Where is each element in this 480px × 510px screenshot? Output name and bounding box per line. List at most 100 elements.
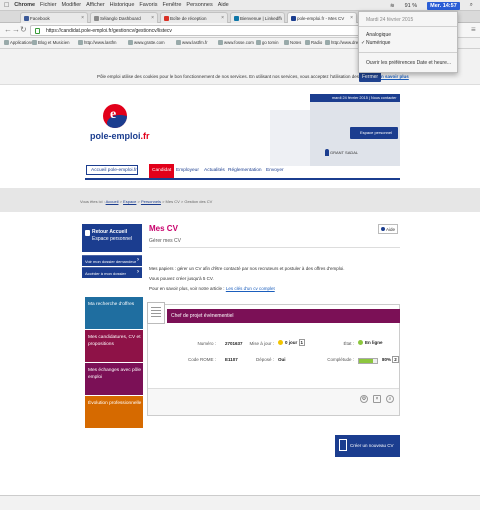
tab-linkedin[interactable]: Bienvenue | LinkedIn × [230, 12, 285, 23]
bookmark-item[interactable]: go tomin [256, 40, 278, 45]
delete-icon[interactable]: × [373, 395, 381, 403]
reload-icon[interactable]: ↻ [20, 26, 27, 34]
status-dot [278, 340, 283, 346]
cv-maj-label: Mise à jour : [249, 341, 274, 346]
folder-icon [32, 40, 37, 45]
cv-visible-label: Déposé : [255, 357, 274, 362]
close-icon[interactable]: × [151, 15, 154, 21]
apps-icon [4, 40, 9, 45]
menu-fichier[interactable]: Fichier [40, 2, 57, 8]
gmail-icon [164, 16, 169, 21]
option-analog[interactable]: Analogique [366, 32, 391, 38]
article-link[interactable]: Les clés d'un cv complet [226, 286, 275, 291]
clock-dropdown: Mardi 24 février 2015 Analogique ✓ Numér… [358, 11, 458, 73]
page-icon [256, 40, 261, 45]
menubar-clock[interactable]: Mer. 14:57 [427, 1, 460, 10]
tab-gmail[interactable]: Boîte de réception × [160, 12, 228, 23]
nav-candidat[interactable]: Candidat [149, 164, 175, 179]
cv-complet-label: Complétude : [327, 357, 354, 362]
sidebar-home[interactable]: Retour Accueil Espace personnel [82, 224, 142, 252]
spotlight-icon[interactable]: ⌕ [470, 2, 473, 9]
create-cv-button[interactable]: Créer un nouveau CV [335, 435, 400, 457]
wifi-icon[interactable]: ≋ [390, 3, 395, 9]
menu-app-name[interactable]: Chrome [14, 2, 35, 8]
dropdown-date: Mardi 24 février 2015 [366, 17, 414, 23]
divider [359, 52, 457, 53]
menu-icon[interactable]: ≡ [471, 26, 476, 34]
open-date-prefs[interactable]: Ouvrir les préférences Date et heure... [366, 60, 451, 66]
bookmark-item[interactable]: www.fosse.com [218, 40, 254, 45]
cv-maj: 0 jour 1 [278, 339, 306, 346]
page-subtitle: Gérer mes CV [149, 238, 181, 244]
nav-reglementation[interactable]: Réglementation [228, 164, 262, 179]
pole-emploi-logo[interactable]: e [103, 104, 127, 128]
sidebar-square-evolution[interactable]: Évolution professionnelle [85, 396, 143, 428]
settings-icon[interactable]: ⚙ [360, 395, 368, 403]
breadcrumb: Vous êtes ici : Accueil > Espace > Perso… [80, 199, 213, 204]
logo-text[interactable]: pole-emploi.fr [90, 131, 150, 141]
search-icon[interactable]: ⌕ [386, 395, 394, 403]
document-icon [147, 302, 165, 324]
menu-afficher[interactable]: Afficher [86, 2, 105, 8]
cookie-close-button[interactable]: Fermer [359, 72, 381, 82]
tab-dashboard[interactable]: Sélanglo Dashboard × [90, 12, 158, 23]
cv-visible: Oui [278, 357, 286, 362]
intro-text: Mes papiers : gérer un CV afin d'être co… [149, 266, 345, 271]
help-button[interactable]: Aide [378, 224, 398, 234]
cookie-more-link[interactable]: En savoir plus [378, 74, 409, 79]
header-topbar: mardi 24 février 2015 | Nous contacter [310, 94, 400, 102]
cv-complet-badge[interactable]: 2 [392, 356, 399, 363]
account-button[interactable]: Espace personnel [350, 127, 398, 139]
menu-favoris[interactable]: Favoris [139, 2, 157, 8]
close-icon[interactable]: × [221, 15, 224, 21]
tab-facebook[interactable]: Facebook × [20, 12, 88, 23]
bookmark-item[interactable]: www.lastfm.fr [176, 40, 208, 45]
page-icon [176, 40, 181, 45]
nav-employeur[interactable]: Employeur [176, 164, 199, 179]
bookmark-item[interactable]: Blog et Musicien [32, 40, 70, 45]
cv-rome-label: Code ROME : [187, 357, 216, 362]
bookmark-item[interactable]: http://www.lastfm [78, 40, 116, 45]
bookmark-item[interactable]: Radio [305, 40, 322, 45]
nav-envoyer[interactable]: Envoyer [266, 164, 284, 179]
home-link[interactable]: Accueil pole-emploi.fr [86, 165, 138, 175]
close-icon[interactable]: × [350, 15, 353, 21]
bookmark-item[interactable]: Applications [4, 40, 33, 45]
option-digital[interactable]: Numérique [366, 40, 390, 46]
page-icon [325, 40, 330, 45]
cv-maj-badge[interactable]: 1 [298, 339, 306, 346]
sidebar-square-candidatures[interactable]: Mes candidatures, CV et propositions [85, 330, 143, 362]
tab-pole-emploi[interactable]: pole-emploi.fr - Mes CV × [287, 12, 357, 23]
macos-menubar:  Chrome Fichier Modifier Afficher Histo… [0, 0, 480, 11]
forward-icon[interactable]: → [12, 26, 20, 34]
menu-aide[interactable]: Aide [218, 2, 229, 8]
completion-bar [358, 358, 378, 364]
nav-actualites[interactable]: Actualités [204, 164, 225, 179]
page-icon [128, 40, 133, 45]
close-icon[interactable]: × [81, 15, 84, 21]
close-icon[interactable]: × [278, 15, 281, 21]
page-bottom [0, 495, 480, 510]
bookmark-item[interactable]: Notes [284, 40, 301, 45]
user-name: GRANT SADAL [325, 149, 358, 156]
menu-historique[interactable]: Historique [110, 2, 135, 8]
apple-icon[interactable]:  [4, 2, 9, 9]
user-icon [325, 149, 329, 156]
sidebar-square-offres[interactable]: Ma recherche d'offres [85, 297, 143, 329]
page-icon [78, 40, 83, 45]
back-icon[interactable]: ← [4, 26, 12, 34]
menu-personnes[interactable]: Personnes [186, 2, 212, 8]
bookmark-item[interactable]: www.gratte.com [128, 40, 165, 45]
battery-text[interactable]: 91 % [405, 3, 418, 9]
cv-rome: E1107 [225, 357, 238, 362]
linkedin-icon [234, 16, 239, 21]
menu-fenetre[interactable]: Fenêtre [162, 2, 181, 8]
help-icon [381, 227, 385, 231]
sidebar-square-echanges[interactable]: Mes échanges avec pôle emploi [85, 363, 143, 395]
sidebar-link-acceder[interactable]: Accéder à mon dossier › [82, 267, 142, 278]
folder-icon [305, 40, 310, 45]
menu-underline [85, 178, 400, 180]
sidebar-link-dossier[interactable]: Voir mon dossier demandeur › [82, 255, 142, 266]
menu-modifier[interactable]: Modifier [62, 2, 82, 8]
cv-title[interactable]: Chef de projet événementiel [167, 309, 400, 323]
